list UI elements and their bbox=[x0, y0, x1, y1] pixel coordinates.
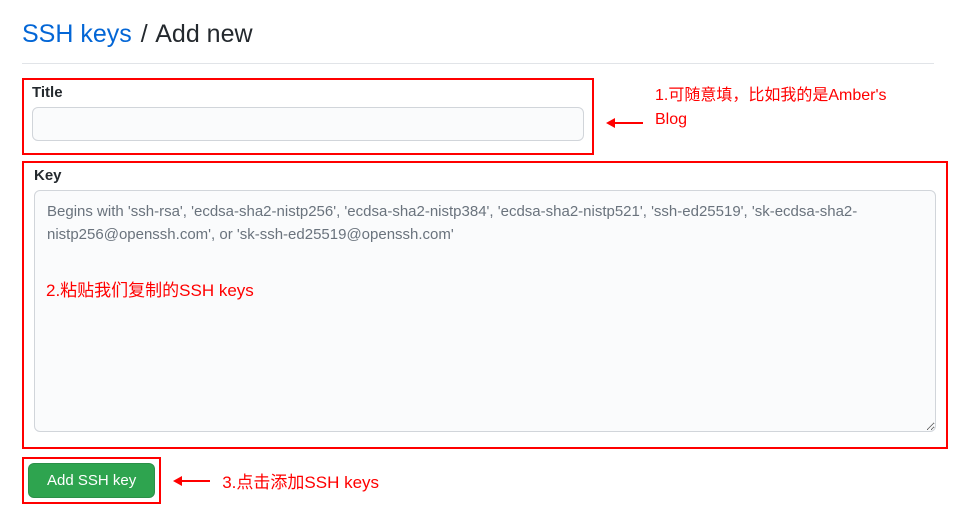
title-field-highlight: Title bbox=[22, 78, 594, 155]
arrow-annotation-3 bbox=[173, 476, 210, 486]
breadcrumb-separator: / bbox=[141, 20, 148, 48]
key-field-highlight: Key 2.粘贴我们复制的SSH keys bbox=[22, 161, 948, 449]
title-label: Title bbox=[32, 84, 584, 101]
key-textarea[interactable] bbox=[34, 190, 936, 432]
key-label: Key bbox=[34, 167, 936, 184]
annotation-1: 1.可随意填，比如我的是Amber's Blog bbox=[655, 84, 915, 132]
title-input[interactable] bbox=[32, 107, 584, 141]
page-title: SSH keys / Add new bbox=[22, 20, 934, 49]
ssh-keys-link[interactable]: SSH keys bbox=[22, 20, 132, 48]
arrow-annotation-1 bbox=[606, 118, 643, 128]
breadcrumb-current: Add new bbox=[155, 20, 252, 48]
annotation-3: 3.点击添加SSH keys bbox=[222, 468, 379, 493]
divider bbox=[22, 63, 934, 64]
button-highlight: Add SSH key bbox=[22, 457, 161, 504]
add-ssh-key-button[interactable]: Add SSH key bbox=[28, 463, 155, 498]
